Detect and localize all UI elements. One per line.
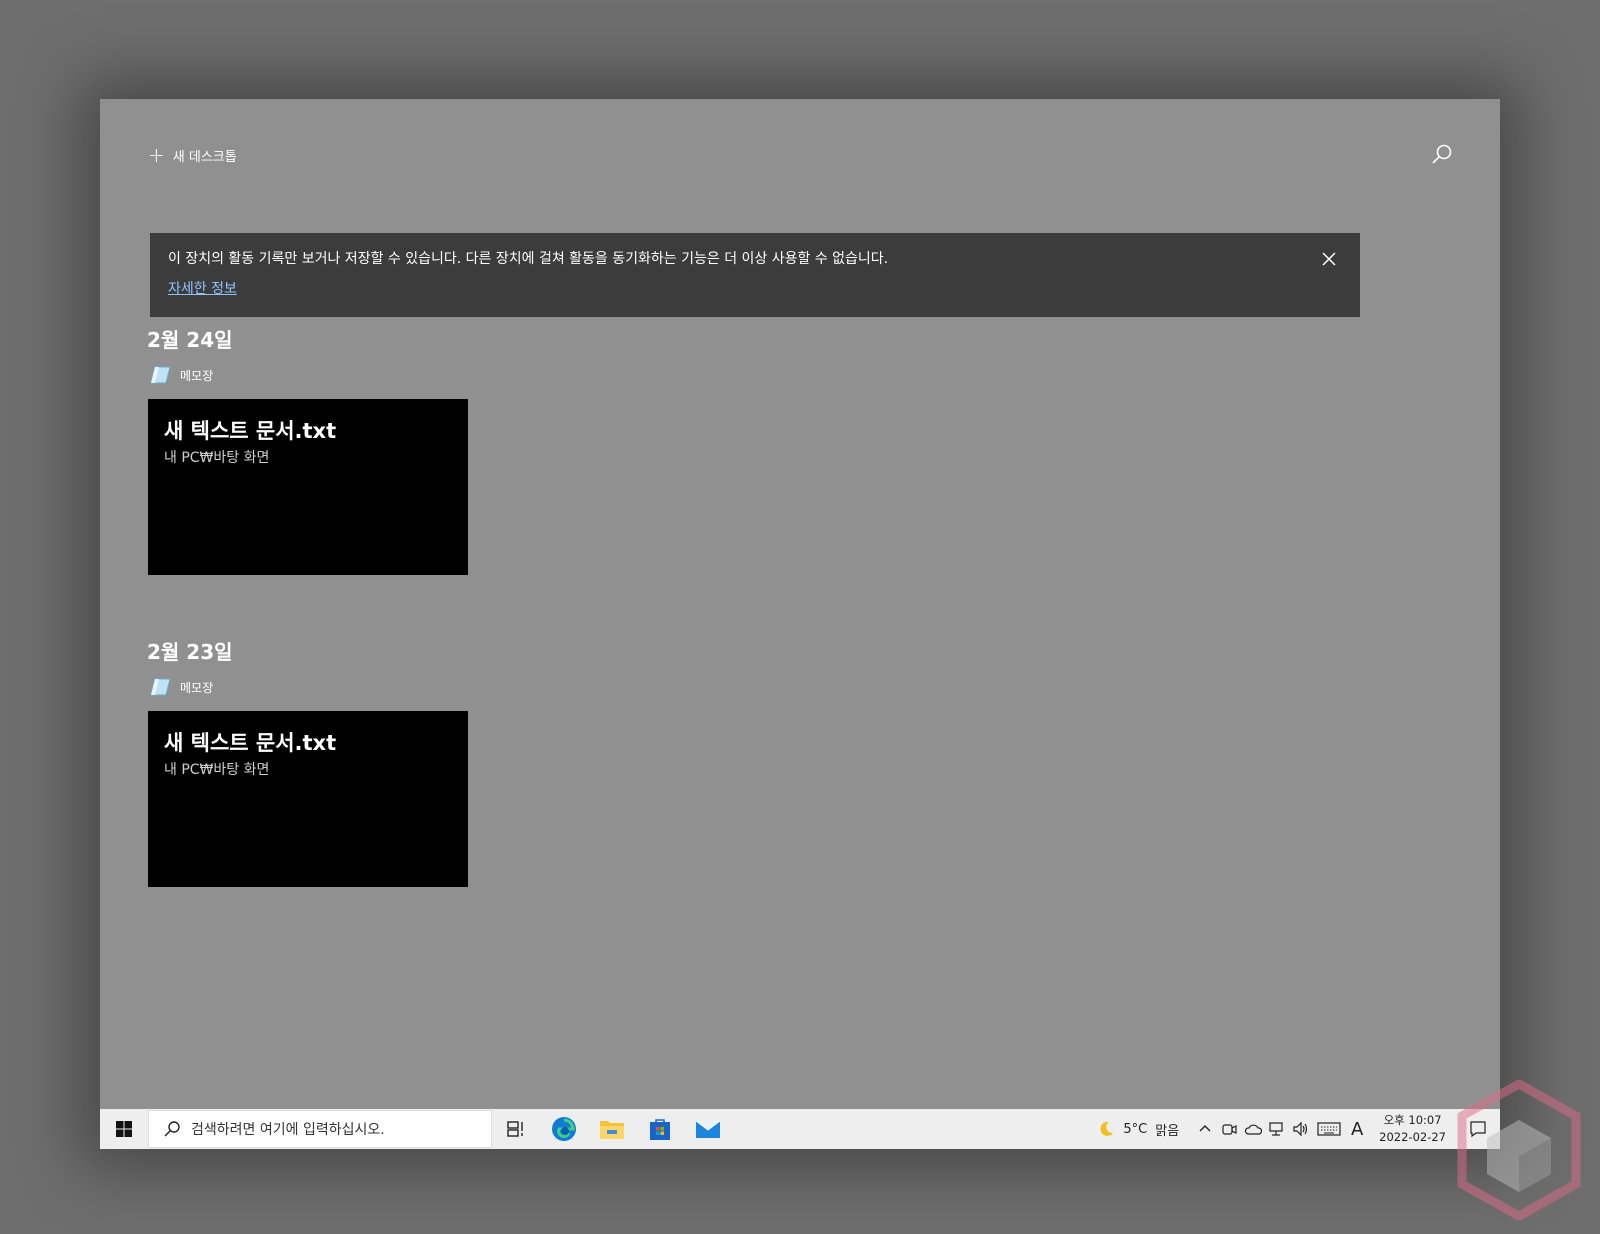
taskbar-search-box[interactable]: 검색하려면 여기에 입력하십시오. <box>148 1110 492 1148</box>
weather-widget[interactable]: 5°C 맑음 <box>1097 1120 1193 1139</box>
banner-close-button[interactable] <box>1320 250 1338 268</box>
store-icon <box>650 1119 670 1140</box>
new-desktop-label: 새 데스크톱 <box>172 149 237 165</box>
card-title: 새 텍스트 문서.txt <box>164 419 337 443</box>
clock-date: 2022-02-27 <box>1379 1130 1446 1144</box>
touch-keyboard-button[interactable] <box>1313 1109 1345 1149</box>
more-info-link[interactable]: 자세한 정보 <box>168 278 237 298</box>
timeline-overlay: + 새 데스크톱 이 장치의 활동 기록만 보거나 저장할 수 있습니다. 다른… <box>100 99 1500 1149</box>
onedrive-icon <box>1245 1124 1263 1135</box>
file-explorer-icon <box>600 1121 624 1139</box>
app-name: 메모장 <box>180 680 214 695</box>
task-view-button[interactable] <box>492 1109 540 1149</box>
onedrive-button[interactable] <box>1241 1109 1265 1149</box>
system-tray: 5°C 맑음 A 오후 10:07 2022-02-27 <box>1097 1109 1500 1149</box>
activity-card[interactable]: 새 텍스트 문서.txt 내 PC₩바탕 화면 <box>148 711 468 887</box>
file-explorer-taskbar-button[interactable] <box>588 1109 636 1149</box>
meet-now-button[interactable] <box>1217 1109 1241 1149</box>
meet-now-icon <box>1222 1124 1237 1135</box>
volume-icon <box>1293 1121 1308 1137</box>
task-view-icon <box>507 1121 523 1137</box>
network-icon <box>1269 1122 1283 1136</box>
app-name: 메모장 <box>180 368 214 383</box>
windows-start-icon <box>116 1121 132 1137</box>
taskbar: 검색하려면 여기에 입력하십시오. 5°C 맑음 A 오후 10:07 2022… <box>100 1109 1500 1149</box>
search-placeholder: 검색하려면 여기에 입력하십시오. <box>191 1122 385 1138</box>
moon-icon <box>1100 1121 1114 1136</box>
notepad-icon <box>150 366 171 384</box>
timeline-search-button[interactable] <box>1430 143 1454 167</box>
close-icon <box>1322 252 1336 266</box>
weather-temp: 5°C <box>1123 1121 1148 1137</box>
edge-taskbar-button[interactable] <box>540 1109 588 1149</box>
new-desktop-button[interactable]: + 새 데스크톱 <box>148 144 237 166</box>
clock[interactable]: 오후 10:07 2022-02-27 <box>1369 1112 1456 1146</box>
date-heading: 2월 24일 <box>147 328 233 352</box>
start-button[interactable] <box>100 1109 148 1149</box>
input-indicator[interactable]: A <box>1345 1109 1369 1149</box>
store-taskbar-button[interactable] <box>636 1109 684 1149</box>
card-title: 새 텍스트 문서.txt <box>164 731 337 755</box>
edge-icon <box>552 1117 576 1141</box>
sync-info-banner: 이 장치의 활동 기록만 보거나 저장할 수 있습니다. 다른 장치에 걸쳐 활… <box>150 233 1360 317</box>
app-label: 메모장 <box>150 365 213 385</box>
watermark-cube-logo <box>1457 1080 1581 1220</box>
show-hidden-icons-button[interactable] <box>1193 1109 1217 1149</box>
search-icon <box>164 1121 180 1137</box>
weather-condition: 맑음 <box>1155 1123 1180 1139</box>
card-subtitle: 내 PC₩바탕 화면 <box>164 450 270 466</box>
notepad-icon <box>150 678 171 696</box>
card-subtitle: 내 PC₩바탕 화면 <box>164 762 270 778</box>
touch-keyboard-icon <box>1317 1122 1341 1136</box>
search-icon <box>1432 144 1452 164</box>
app-label: 메모장 <box>150 677 213 697</box>
banner-message: 이 장치의 활동 기록만 보거나 저장할 수 있습니다. 다른 장치에 걸쳐 활… <box>168 251 889 267</box>
mail-taskbar-button[interactable] <box>684 1109 732 1149</box>
mail-icon <box>695 1120 721 1138</box>
plus-icon: + <box>148 143 165 167</box>
chevron-up-icon <box>1199 1125 1211 1132</box>
date-heading: 2월 23일 <box>147 640 233 664</box>
clock-time: 오후 10:07 <box>1383 1113 1442 1127</box>
activity-card[interactable]: 새 텍스트 문서.txt 내 PC₩바탕 화면 <box>148 399 468 575</box>
volume-button[interactable] <box>1289 1109 1313 1149</box>
network-button[interactable] <box>1265 1109 1289 1149</box>
